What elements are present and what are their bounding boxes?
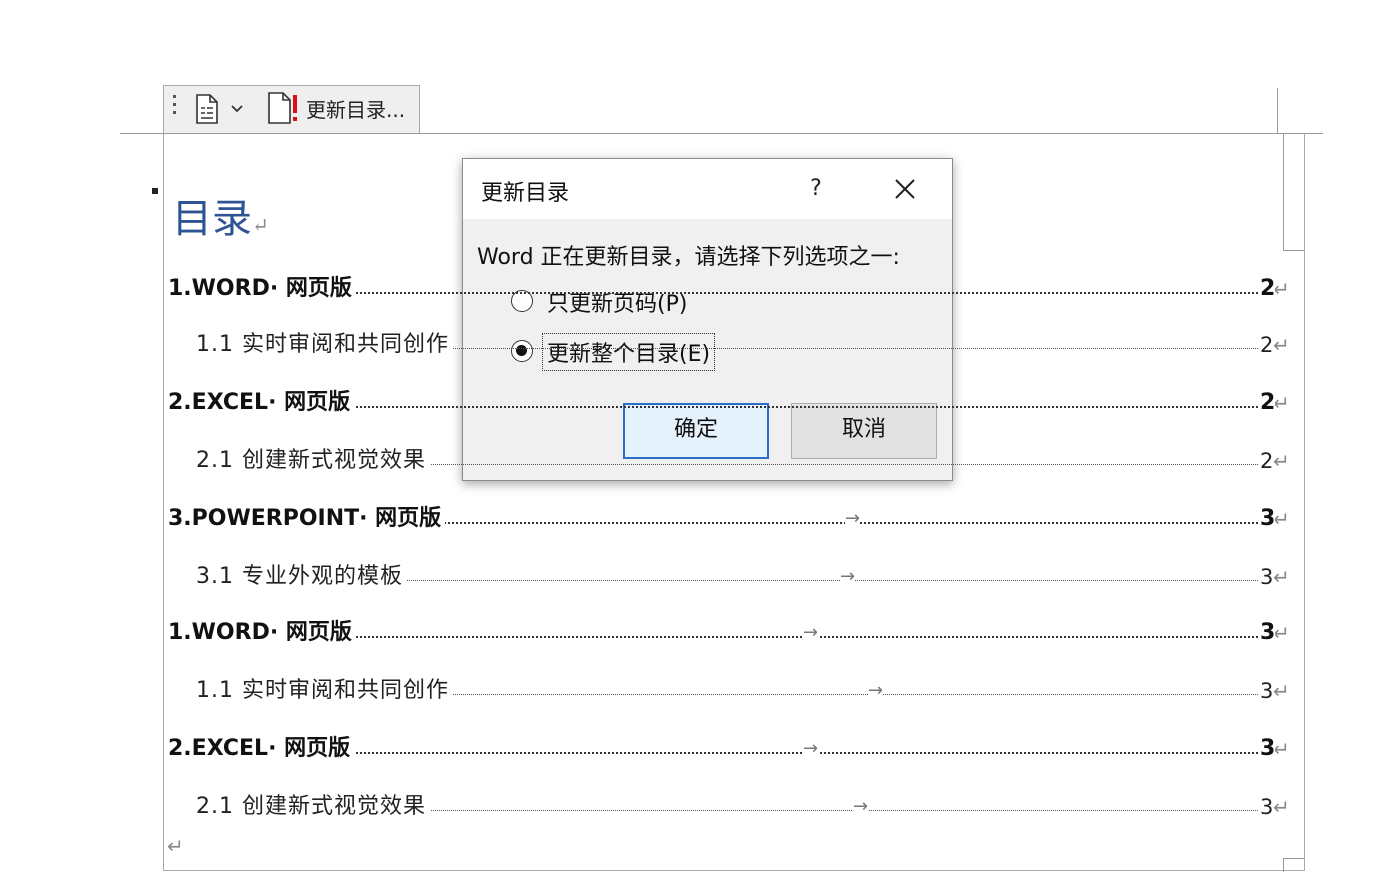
toc-entry-page: 2 <box>1258 328 1274 362</box>
option-label[interactable]: 更新整个目录(E) <box>541 333 716 371</box>
paragraph-mark: ↵ <box>1273 507 1290 531</box>
paragraph-mark: ↵ <box>1273 621 1290 645</box>
toc-entry[interactable]: 3.POWERPOINT· 网页版 → 3 ↵ <box>168 502 1300 536</box>
document-icon[interactable] <box>194 93 220 129</box>
radio-update-entire-table[interactable] <box>511 340 533 362</box>
dialog-title: 更新目录 <box>481 181 570 206</box>
paragraph-mark: ↵ <box>252 213 269 237</box>
toc-leader-dots <box>208 636 1258 638</box>
dialog-prompt: Word 正在更新目录，请选择下列选项之一: <box>477 245 900 270</box>
paragraph-mark: ↵ <box>1273 449 1290 473</box>
tab-mark: → <box>803 732 819 766</box>
paragraph-mark: ↵ <box>1273 565 1290 589</box>
ok-button[interactable]: 确定 <box>623 403 769 459</box>
toc-heading-text: 目录 <box>172 196 252 242</box>
frame-corner-bottom-v <box>1283 858 1284 872</box>
radio-selected-dot <box>516 345 527 356</box>
update-toc-button[interactable]: 更新目录... <box>306 94 405 123</box>
toc-entry-page: 2 <box>1258 272 1276 306</box>
drag-handle[interactable] <box>173 95 176 117</box>
toc-entry-title: 1.WORD· 网页版 <box>168 272 356 306</box>
paragraph-mark: ↵ <box>1273 391 1290 415</box>
tab-mark: → <box>853 790 869 824</box>
tab-mark: → <box>868 674 884 708</box>
toc-leader-dots <box>208 292 1258 294</box>
tab-mark: → <box>803 616 819 650</box>
dialog-titlebar[interactable]: 更新目录 ? <box>463 159 952 219</box>
paragraph-mark: ↵ <box>1273 737 1290 761</box>
toc-entry-title: 2.EXCEL· 网页版 <box>168 386 355 420</box>
toc-entry-page: 3 <box>1258 560 1274 594</box>
tab-mark: → <box>840 560 856 594</box>
paragraph-mark: ↵ <box>1273 795 1290 819</box>
cancel-button[interactable]: 取消 <box>791 403 937 459</box>
close-icon[interactable] <box>889 173 921 205</box>
toc-entry-title: 2.1 创建新式视觉效果 <box>196 790 430 824</box>
toc-entry-title: 2.1 创建新式视觉效果 <box>196 444 430 478</box>
toc-entry[interactable]: 3.1 专业外观的模板 → 3 ↵ <box>196 560 1300 594</box>
toc-entry-page: 3 <box>1258 616 1276 650</box>
toc-entry-page: 3 <box>1258 502 1276 536</box>
margin-guide-right <box>1277 88 1278 134</box>
toc-entry-page: 2 <box>1258 444 1274 478</box>
paragraph-mark: ↵ <box>1273 333 1290 357</box>
toc-entry[interactable]: 1.WORD· 网页版 → 3 ↵ <box>168 616 1300 650</box>
update-toc-icon[interactable] <box>266 91 300 129</box>
toc-entry[interactable]: 2.1 创建新式视觉效果 → 3 ↵ <box>196 790 1300 824</box>
toc-entry-title: 3.POWERPOINT· 网页版 <box>168 502 446 536</box>
help-button[interactable]: ? <box>798 171 834 207</box>
toc-leader-dots <box>208 752 1258 754</box>
toc-entry-page: 2 <box>1258 386 1276 420</box>
toc-entry-title: 1.WORD· 网页版 <box>168 616 356 650</box>
toc-entry-page: 3 <box>1258 732 1276 766</box>
update-toc-dialog: 更新目录 ? Word 正在更新目录，请选择下列选项之一: 只更新页码(P) 更… <box>462 158 953 481</box>
paragraph-mark: ↵ <box>167 834 184 858</box>
paragraph-mark: ↵ <box>1273 679 1290 703</box>
option-label[interactable]: 只更新页码(P) <box>545 286 689 318</box>
toc-entry[interactable]: 1.1 实时审阅和共同创作 → 3 ↵ <box>196 674 1300 708</box>
toc-entry-title: 3.1 专业外观的模板 <box>196 560 407 594</box>
frame-corner-bottom <box>1283 858 1305 859</box>
toc-entry-title: 1.1 实时审阅和共同创作 <box>196 328 453 362</box>
toc-entry[interactable]: 2.EXCEL· 网页版 → 3 ↵ <box>168 732 1300 766</box>
tab-mark: → <box>845 502 861 536</box>
toc-entry-page: 3 <box>1258 790 1274 824</box>
toc-content-control-toolbar: 更新目录... <box>163 85 420 133</box>
toc-heading[interactable]: 目录↵ <box>172 186 269 244</box>
paragraph-mark: ↵ <box>1273 277 1290 301</box>
toc-entry-title: 1.1 实时审阅和共同创作 <box>196 674 453 708</box>
toc-leader-dots <box>208 406 1258 408</box>
toc-entry-page: 3 <box>1258 674 1274 708</box>
chevron-down-icon[interactable] <box>230 100 244 119</box>
toc-entry-title: 2.EXCEL· 网页版 <box>168 732 355 766</box>
paragraph-bullet <box>152 188 158 194</box>
